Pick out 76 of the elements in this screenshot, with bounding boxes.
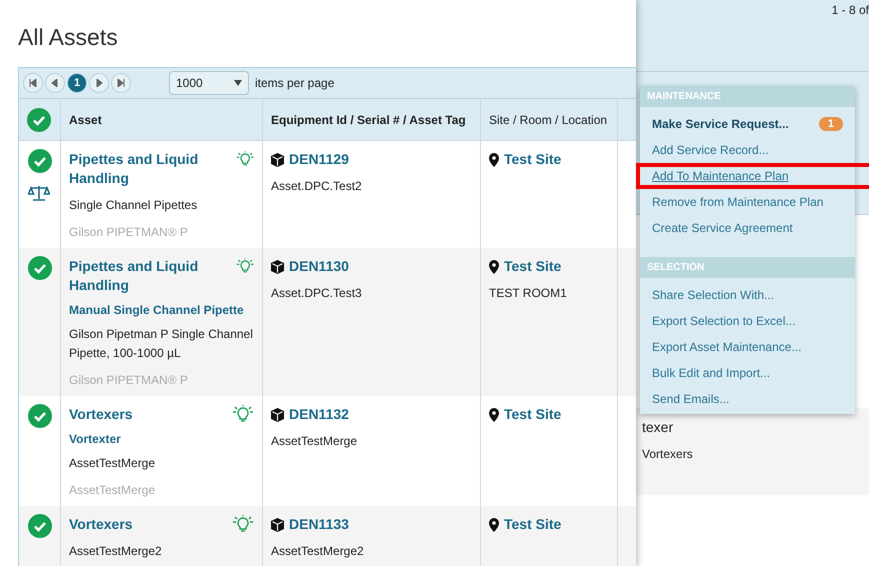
asset-name-link[interactable]: Vortexers <box>69 405 133 424</box>
site-link[interactable]: Test Site <box>504 257 562 276</box>
room-name: TEST ROOM1 <box>489 285 568 302</box>
cube-icon <box>271 260 284 274</box>
next-page-button[interactable] <box>89 73 109 93</box>
asset-name-link[interactable]: Pipettes and Liquid Handling <box>69 257 230 295</box>
lightbulb-icon[interactable] <box>232 515 254 533</box>
menu-item[interactable]: Export Asset Maintenance... <box>640 334 855 360</box>
asset-model: Vortexter <box>69 432 122 446</box>
check-icon[interactable] <box>28 256 52 280</box>
pin-icon <box>489 152 499 166</box>
equipment-id-link[interactable]: DEN1130 <box>289 257 349 276</box>
first-icon <box>29 79 37 87</box>
cube-icon <box>271 518 284 532</box>
check-icon[interactable] <box>27 108 51 132</box>
check-icon[interactable] <box>28 514 52 538</box>
column-header[interactable]: Asset <box>61 99 263 141</box>
next-icon <box>95 79 103 87</box>
menu-item[interactable]: Bulk Edit and Import... <box>640 360 855 386</box>
lightbulb-icon[interactable] <box>236 150 254 168</box>
last-icon <box>117 79 125 87</box>
text-fragment: Vortexers <box>642 446 694 463</box>
asset-description: Gilson Pipetman P Single Channel Pipette, 100-1000 µL <box>69 326 254 362</box>
asset-manufacturer: AssetTestMerge <box>69 482 156 499</box>
check-icon[interactable] <box>28 149 52 173</box>
pin-icon <box>489 408 499 422</box>
page-size-label: items per page <box>255 76 334 90</box>
serial-number: AssetTestMerge2 <box>271 543 365 560</box>
menu-section-header: SELECTION <box>640 257 855 278</box>
lightbulb-icon[interactable] <box>236 257 254 275</box>
range-label: 1 - 8 of <box>832 3 869 19</box>
cube-icon <box>271 408 284 422</box>
count-badge: 1 <box>818 117 843 131</box>
menu-item[interactable]: Create Service Agreement <box>640 215 855 241</box>
cube-icon <box>271 152 284 166</box>
column-header[interactable]: Equipment Id / Serial # / Asset Tag <box>263 99 481 141</box>
menu-item[interactable]: Export Selection to Excel... <box>640 308 855 334</box>
equipment-id-link[interactable]: DEN1132 <box>289 405 349 424</box>
menu-item[interactable]: Add Service Record... <box>640 137 855 163</box>
equipment-id-link[interactable]: DEN1133 <box>289 515 349 534</box>
asset-description: AssetTestMerge <box>69 455 156 472</box>
asset-description: AssetTestMerge2 <box>69 543 163 560</box>
caret-icon <box>234 80 242 86</box>
first-page-button[interactable] <box>23 73 43 93</box>
text-fragment: texer <box>642 418 674 437</box>
menu-item[interactable]: Send Emails... <box>640 386 855 412</box>
page-button[interactable]: 1 <box>67 73 87 93</box>
asset-name-link[interactable]: Pipettes and Liquid Handling <box>69 150 230 188</box>
lightbulb-icon[interactable] <box>232 405 254 423</box>
asset-name-link[interactable]: Vortexers <box>69 515 133 534</box>
menu-item[interactable]: Add To Maintenance Plan <box>636 163 869 189</box>
menu-item[interactable]: Share Selection With... <box>640 282 855 308</box>
last-page-button[interactable] <box>111 73 131 93</box>
pin-icon <box>489 518 499 532</box>
page-size-dropdown[interactable]: 1000 <box>169 71 249 95</box>
menu-item[interactable]: Make Service Request... 1 <box>640 111 855 137</box>
equipment-id-link[interactable]: DEN1129 <box>289 150 349 169</box>
site-link[interactable]: Test Site <box>504 150 562 169</box>
column-header[interactable]: Site / Room / Location <box>481 99 618 141</box>
previous-page-button[interactable] <box>45 73 65 93</box>
serial-number: AssetTestMerge <box>271 433 358 450</box>
asset-manufacturer: Gilson PIPETMAN® P <box>69 224 189 241</box>
site-link[interactable]: Test Site <box>504 515 562 534</box>
pin-icon <box>489 260 499 274</box>
prev-icon <box>51 79 59 87</box>
scale-icon <box>28 185 50 201</box>
serial-number: Asset.DPC.Test2 <box>271 178 363 195</box>
menu-section-header: MAINTENANCE <box>640 86 855 107</box>
serial-number: Asset.DPC.Test3 <box>271 285 363 302</box>
check-icon[interactable] <box>28 404 52 428</box>
asset-manufacturer: Gilson PIPETMAN® P <box>69 372 189 389</box>
page-title: All Assets <box>18 24 119 51</box>
menu-item[interactable]: Remove from Maintenance Plan <box>640 189 855 215</box>
asset-description: Single Channel Pipettes <box>69 197 198 214</box>
site-link[interactable]: Test Site <box>504 405 562 424</box>
asset-model: Manual Single Channel Pipette <box>69 303 245 317</box>
